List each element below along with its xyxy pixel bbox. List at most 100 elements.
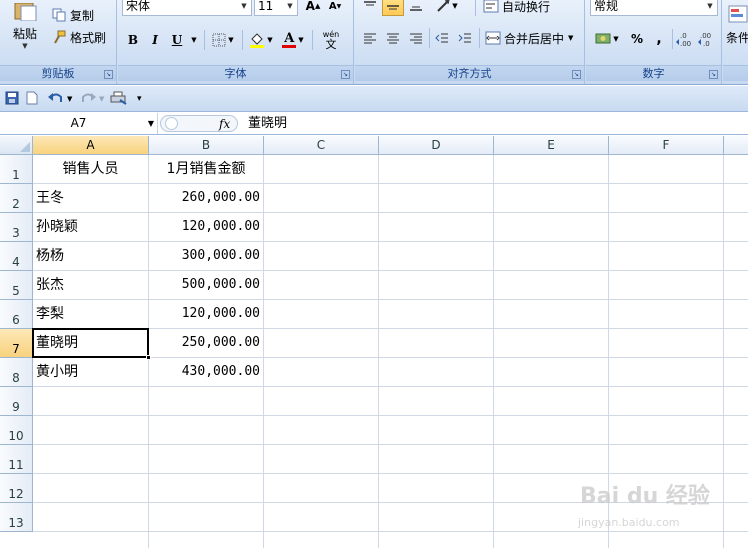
accounting-format-button[interactable]: ▼	[590, 29, 624, 49]
row-header-6[interactable]: 6	[0, 300, 33, 329]
row-header-5[interactable]: 5	[0, 271, 33, 300]
row-header-12[interactable]: 12	[0, 474, 33, 503]
chevron-down-icon[interactable]: ▼	[148, 113, 154, 134]
undo-dropdown[interactable]: ▼	[67, 91, 72, 107]
conditional-format-button[interactable]: 条件	[725, 0, 748, 50]
gridline	[33, 444, 748, 445]
align-center-button[interactable]	[382, 28, 404, 48]
align-right-button[interactable]	[405, 28, 427, 48]
row-header-8[interactable]: 8	[0, 358, 33, 387]
wrap-text-button[interactable]: 自动换行	[483, 0, 550, 16]
column-header-f[interactable]: F	[609, 136, 724, 155]
bold-icon: B	[127, 33, 139, 47]
merge-center-button[interactable]: 合并后居中 ▼	[485, 28, 573, 48]
cell-b4[interactable]: 300,000.00	[149, 242, 263, 270]
select-all-button[interactable]	[0, 136, 33, 155]
styles-group-label	[723, 65, 748, 81]
font-color-icon: A	[284, 30, 295, 46]
grow-font-button[interactable]: A ▲	[302, 0, 324, 16]
align-middle-button[interactable]	[382, 0, 404, 16]
customize-qat-icon[interactable]: ▾	[137, 91, 142, 107]
redo-dropdown[interactable]: ▼	[99, 91, 104, 107]
shrink-font-button[interactable]: A ▼	[324, 0, 346, 16]
percent-button[interactable]: %	[626, 29, 648, 49]
row-header-13[interactable]: 13	[0, 503, 33, 532]
increase-decimal-button[interactable]: .0.00	[674, 29, 696, 49]
quick-print-button[interactable]	[110, 91, 128, 107]
save-button[interactable]	[5, 91, 19, 107]
column-header-a[interactable]: A	[33, 136, 149, 155]
redo-button[interactable]	[80, 91, 96, 107]
cell-a1[interactable]: 销售人员	[33, 155, 148, 183]
align-bottom-button[interactable]	[405, 0, 427, 16]
merge-dropdown-arrow[interactable]: ▼	[568, 34, 573, 42]
borders-button[interactable]: ▼	[208, 30, 238, 50]
formula-input[interactable]: 董晓明	[248, 113, 287, 134]
row-header-9[interactable]: 9	[0, 387, 33, 416]
align-left-button[interactable]	[359, 28, 381, 48]
comma-button[interactable]: ,	[648, 29, 670, 49]
italic-button[interactable]: I	[144, 30, 166, 50]
row-header-10[interactable]: 10	[0, 416, 33, 445]
column-header-b[interactable]: B	[149, 136, 264, 155]
alignment-launcher-icon[interactable]: ↘	[572, 70, 581, 79]
cell-a2[interactable]: 王冬	[33, 184, 148, 212]
row-header-7[interactable]: 7	[0, 329, 33, 358]
row-header-11[interactable]: 11	[0, 445, 33, 474]
font-size-combo[interactable]: 11 ▼	[254, 0, 298, 16]
clipboard-launcher-icon[interactable]: ↘	[104, 70, 113, 79]
column-header-c[interactable]: C	[264, 136, 379, 155]
row-header-4[interactable]: 4	[0, 242, 33, 271]
orientation-button[interactable]: ▼	[431, 0, 463, 16]
cell-b8[interactable]: 430,000.00	[149, 358, 263, 386]
copy-button[interactable]: 复制	[52, 6, 94, 24]
row-header-3[interactable]: 3	[0, 213, 33, 242]
cell-a4[interactable]: 杨杨	[33, 242, 148, 270]
font-launcher-icon[interactable]: ↘	[341, 70, 350, 79]
cell-b7[interactable]: 250,000.00	[149, 329, 263, 357]
fill-color-button[interactable]: ▼	[246, 30, 276, 50]
new-button[interactable]	[25, 91, 39, 107]
number-launcher-icon[interactable]: ↘	[709, 70, 718, 79]
cell-b1[interactable]: 1月销售金额	[149, 155, 263, 183]
chevron-down-icon[interactable]: ▼	[283, 0, 297, 15]
chevron-down-icon[interactable]: ▼	[237, 0, 251, 15]
decrease-indent-button[interactable]	[431, 28, 453, 48]
increase-indent-button[interactable]	[454, 28, 476, 48]
align-top-icon	[364, 1, 376, 6]
underline-button[interactable]: U	[166, 30, 188, 50]
cell-a6[interactable]: 李梨	[33, 300, 148, 328]
name-box[interactable]: A7 ▼	[0, 113, 158, 134]
cell-a5[interactable]: 张杰	[33, 271, 148, 299]
paste-button[interactable]: 粘贴 ▼	[6, 0, 44, 52]
chevron-down-icon[interactable]: ▼	[703, 0, 717, 15]
text-orientation-icon	[437, 0, 450, 12]
font-name-combo[interactable]: 宋体 ▼	[122, 0, 252, 16]
paste-dropdown-arrow[interactable]: ▼	[22, 42, 27, 50]
name-box-value: A7	[70, 116, 87, 130]
underline-dropdown[interactable]: ▼	[188, 30, 200, 50]
align-middle-icon	[387, 5, 399, 10]
cell-b2[interactable]: 260,000.00	[149, 184, 263, 212]
undo-button[interactable]	[48, 91, 64, 107]
cell-b5[interactable]: 500,000.00	[149, 271, 263, 299]
cell-a8[interactable]: 黄小明	[33, 358, 148, 386]
format-painter-button[interactable]: 格式刷	[52, 28, 106, 46]
fill-handle[interactable]	[146, 355, 151, 360]
cell-a3[interactable]: 孙晓颖	[33, 213, 148, 241]
cancel-formula-icon[interactable]	[165, 117, 178, 130]
phonetic-button[interactable]: wén 文	[314, 30, 348, 50]
column-header-e[interactable]: E	[494, 136, 609, 155]
row-header-1[interactable]: 1	[0, 155, 33, 184]
align-top-button[interactable]	[359, 0, 381, 16]
row-header-2[interactable]: 2	[0, 184, 33, 213]
column-header-partial[interactable]	[724, 136, 748, 155]
insert-function-icon[interactable]: fx	[219, 116, 230, 132]
cell-b3[interactable]: 120,000.00	[149, 213, 263, 241]
cell-b6[interactable]: 120,000.00	[149, 300, 263, 328]
number-format-combo[interactable]: 常规 ▼	[590, 0, 718, 16]
decrease-decimal-button[interactable]: .00.0	[696, 29, 718, 49]
font-color-button[interactable]: A ▼	[278, 30, 308, 50]
bold-button[interactable]: B	[122, 30, 144, 50]
column-header-d[interactable]: D	[379, 136, 494, 155]
